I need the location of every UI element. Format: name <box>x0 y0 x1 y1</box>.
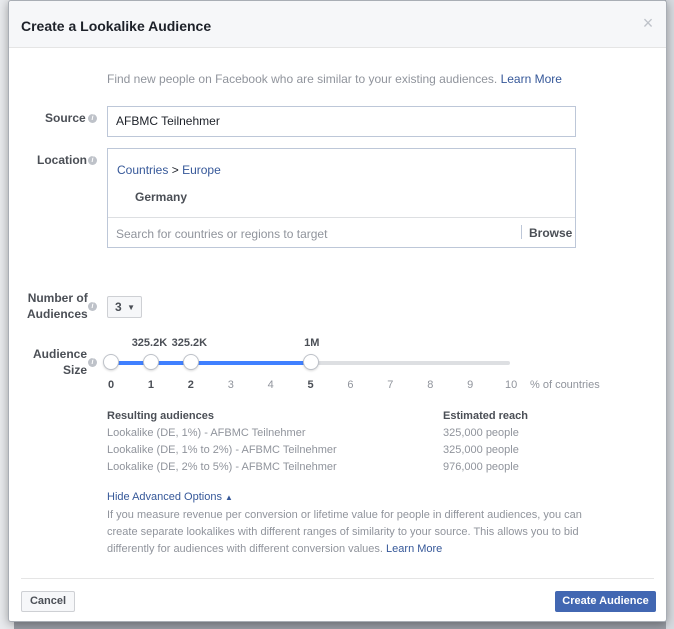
slider-tick-label: 1 <box>147 379 155 391</box>
location-search-row: Search for countries or regions to targe… <box>108 217 575 248</box>
intro-text: Find new people on Facebook who are simi… <box>107 72 562 86</box>
slider-tick-label: 9 <box>467 379 474 391</box>
slider-tick-label: 0 <box>108 379 115 391</box>
number-of-audiences-label: Number of Audiences <box>27 290 88 322</box>
slider-tick-label: 10 <box>505 379 518 391</box>
estimated-reach-header: Estimated reach <box>443 410 528 422</box>
hide-advanced-options-link[interactable]: Hide Advanced Options ▲ <box>107 491 233 503</box>
percent-of-countries-label: % of countries <box>530 379 600 391</box>
audience-size-label: Audience Size <box>33 346 87 378</box>
crumb-europe-link[interactable]: Europe <box>182 163 221 177</box>
dialog-title: Create a Lookalike Audience <box>21 18 212 34</box>
slider-tick-label: 5 <box>307 379 314 391</box>
close-icon[interactable]: × <box>641 14 655 32</box>
cancel-button[interactable]: Cancel <box>21 591 75 612</box>
create-audience-button[interactable]: Create Audience <box>555 591 656 612</box>
browse-button[interactable]: Browse <box>529 226 572 240</box>
source-input[interactable]: AFBMC Teilnehmer <box>107 106 576 137</box>
caret-up-icon: ▲ <box>225 493 233 502</box>
slider-knob-label: 325.2K <box>171 337 208 349</box>
advanced-description-text: If you measure revenue per conversion or… <box>107 509 582 555</box>
crumb-separator: > <box>171 163 179 177</box>
slider-tick-label: 3 <box>227 379 234 391</box>
location-search-input[interactable]: Search for countries or regions to targe… <box>116 227 327 241</box>
slider-knob[interactable] <box>103 354 119 370</box>
number-label-line2: Audiences <box>27 307 88 321</box>
result-row-name: Lookalike (DE, 1% to 2%) - AFBMC Teilneh… <box>107 444 337 456</box>
number-of-audiences-select[interactable]: 3 ▼ <box>107 296 142 318</box>
result-row-name: Lookalike (DE, 2% to 5%) - AFBMC Teilneh… <box>107 461 337 473</box>
slider-knob[interactable] <box>142 354 159 370</box>
slider-knob-label: 325.2K <box>131 337 168 349</box>
result-row-reach: 325,000 people <box>443 444 519 456</box>
search-divider <box>521 225 522 239</box>
location-label: Location <box>37 153 87 167</box>
number-select-value: 3 <box>115 300 122 314</box>
intro-description: Find new people on Facebook who are simi… <box>107 72 498 86</box>
selected-country: Germany <box>135 190 188 204</box>
background-page-right <box>666 0 674 629</box>
advanced-learn-more-link[interactable]: Learn More <box>386 543 442 555</box>
slider-knob[interactable] <box>182 354 199 370</box>
slider-tick-label: 7 <box>387 379 394 391</box>
number-label-line1: Number of <box>27 291 88 305</box>
advanced-description: If you measure revenue per conversion or… <box>107 507 587 558</box>
advanced-toggle-label: Hide Advanced Options <box>107 491 222 503</box>
resulting-audiences-header: Resulting audiences <box>107 410 214 422</box>
slider-knob[interactable] <box>302 354 319 370</box>
location-box: Countries > Europe Germany Search for co… <box>107 148 576 248</box>
size-info-icon[interactable]: i <box>88 358 97 367</box>
dialog-header: Create a Lookalike Audience × <box>9 1 666 48</box>
location-info-icon[interactable]: i <box>88 156 97 165</box>
result-row-reach: 976,000 people <box>443 461 519 473</box>
size-label-line1: Audience <box>33 347 88 361</box>
result-row-reach: 325,000 people <box>443 427 519 439</box>
location-breadcrumb: Countries > Europe <box>117 163 221 177</box>
intro-learn-more-link[interactable]: Learn More <box>501 72 562 86</box>
slider-tick-label: 6 <box>347 379 354 391</box>
slider-knob-label: 1M <box>304 337 320 349</box>
number-info-icon[interactable]: i <box>88 302 97 311</box>
source-label: Source <box>45 111 86 125</box>
slider-track-fill <box>111 361 311 365</box>
slider-tick-label: 8 <box>427 379 434 391</box>
source-info-icon[interactable]: i <box>88 114 97 123</box>
result-row-name: Lookalike (DE, 1%) - AFBMC Teilnehmer <box>107 427 306 439</box>
lookalike-dialog: Create a Lookalike Audience × Find new p… <box>8 0 667 622</box>
footer-divider <box>21 578 654 579</box>
slider-tick-label: 2 <box>187 379 194 391</box>
crumb-countries-link[interactable]: Countries <box>117 163 168 177</box>
chevron-down-icon: ▼ <box>127 303 135 312</box>
size-label-line2: Size <box>63 363 88 377</box>
slider-tick-label: 4 <box>267 379 274 391</box>
